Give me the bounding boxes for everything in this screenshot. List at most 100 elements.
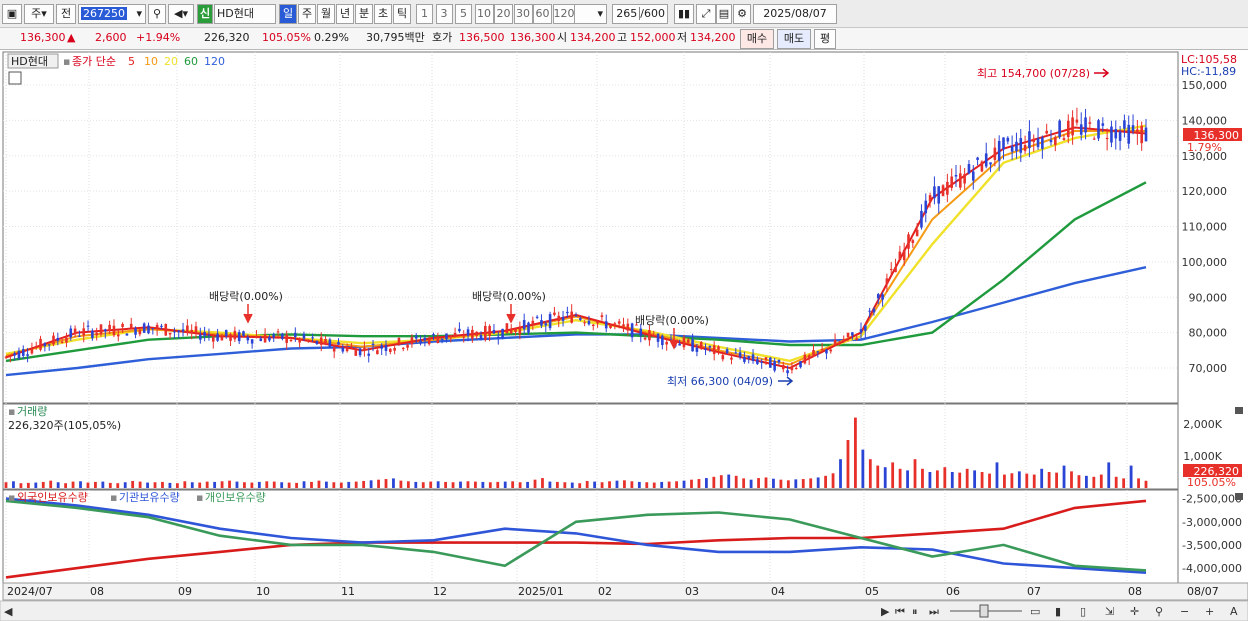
period-tab-1[interactable]: 주 xyxy=(298,4,316,24)
save-icon[interactable]: ▤ xyxy=(716,4,732,24)
candle-body xyxy=(82,328,86,336)
search-icon[interactable]: ⚲ xyxy=(148,4,166,24)
candle-body xyxy=(203,332,206,336)
candle-body xyxy=(160,325,163,327)
candle-type-icon[interactable]: ▯ xyxy=(1080,605,1086,618)
stock-name-field[interactable]: HD현대 xyxy=(214,4,276,24)
candle-body xyxy=(350,346,353,348)
sell-button[interactable]: 매도 xyxy=(777,29,811,49)
volume-bar xyxy=(1144,480,1148,488)
trade-value: 30,795백만 xyxy=(366,31,425,44)
interval-button-20[interactable]: 20 xyxy=(494,4,513,24)
volume-bar xyxy=(623,480,626,488)
last-pct-label: 1.79% xyxy=(1187,141,1222,154)
period-tab-5[interactable]: 초 xyxy=(374,4,392,24)
volume-bar xyxy=(898,468,902,488)
buy-button[interactable]: 매수 xyxy=(740,29,774,49)
scroll-right-icon[interactable]: ▶ xyxy=(881,605,890,618)
period-tab-6[interactable]: 틱 xyxy=(393,4,411,24)
candle-body xyxy=(907,234,910,249)
candle-body xyxy=(838,342,841,345)
interval-select[interactable]: ▾ xyxy=(571,4,607,24)
holdings-marker: ▪ xyxy=(196,491,203,504)
volume-bar xyxy=(168,482,172,488)
volume-bar xyxy=(257,481,261,488)
candle-body xyxy=(876,294,880,299)
layout-icon[interactable]: ▣ xyxy=(2,4,22,24)
chart-type-icon[interactable]: ▭ xyxy=(1030,605,1040,618)
text-tool-icon[interactable]: A xyxy=(1230,605,1238,618)
volume-bar xyxy=(824,475,828,488)
volume-bar xyxy=(578,483,582,488)
holdings-close-icon[interactable] xyxy=(1235,493,1243,500)
candle-body xyxy=(743,357,746,362)
period-tab-4[interactable]: 분 xyxy=(355,4,373,24)
zoom-in-icon[interactable]: + xyxy=(1205,605,1214,618)
candle-body xyxy=(725,349,729,354)
type-select[interactable]: 주▾ xyxy=(24,4,54,24)
period-tab-3[interactable]: 년 xyxy=(336,4,354,24)
interval-button-3[interactable]: 3 xyxy=(435,4,453,24)
price: 136,300 xyxy=(20,31,66,44)
interval-button-1[interactable]: 1 xyxy=(416,4,433,24)
volume-close-icon[interactable] xyxy=(1235,407,1243,414)
candle-body xyxy=(531,320,535,325)
candle-body xyxy=(242,331,245,336)
candle-body xyxy=(570,311,573,323)
volume-bar xyxy=(958,472,962,488)
pause-icon[interactable]: ⏸ xyxy=(912,605,918,618)
interval-button-10[interactable]: 10 xyxy=(474,4,494,24)
rewind-icon[interactable]: ⏮ xyxy=(895,605,905,618)
candle-body xyxy=(730,357,733,360)
volume-bar xyxy=(801,479,805,488)
candle-body xyxy=(911,240,915,244)
magnify-icon[interactable]: ⚲ xyxy=(1155,605,1163,618)
volume-bar xyxy=(511,481,515,488)
volume-bar xyxy=(786,480,790,488)
open: 134,200 xyxy=(570,31,616,44)
gear-icon[interactable]: ⚙ xyxy=(733,4,751,24)
grid-toggle-icon[interactable] xyxy=(8,71,22,85)
compare-icon[interactable]: ⇲ xyxy=(1105,605,1114,618)
candle-body xyxy=(151,328,155,330)
stock-code-input[interactable]: 267250 ▾ xyxy=(78,4,146,24)
candle-body xyxy=(954,174,958,177)
candle-body xyxy=(1062,138,1066,140)
zoom-slider-handle[interactable] xyxy=(979,604,989,618)
scroll-left-icon[interactable]: ◀ xyxy=(4,605,13,618)
candle-body xyxy=(794,367,798,369)
candle-body xyxy=(406,344,409,348)
prev-button[interactable]: 전 xyxy=(56,4,76,24)
volume-bar xyxy=(630,481,634,488)
volume-tick-label: 1,000K xyxy=(1183,450,1222,463)
interval-button-120[interactable]: 120 xyxy=(552,4,575,24)
candle-icon[interactable]: ▮▮ xyxy=(674,4,694,24)
candle-body xyxy=(756,359,759,364)
candle-body xyxy=(781,365,785,370)
date-input[interactable]: 2025/08/07 xyxy=(753,4,837,24)
volume-bar xyxy=(429,481,433,488)
candle-body xyxy=(928,195,932,202)
period-tab-0[interactable]: 일 xyxy=(279,4,297,24)
candle-body xyxy=(376,350,379,355)
candle-body xyxy=(540,320,543,326)
interval-button-30[interactable]: 30 xyxy=(513,4,533,24)
zoom-out-icon[interactable]: − xyxy=(1180,605,1189,618)
draw-tool-icon[interactable]: ⤢ xyxy=(696,4,716,24)
candle-body xyxy=(686,339,690,343)
period-tab-2[interactable]: 월 xyxy=(317,4,335,24)
candle-body xyxy=(1114,129,1118,139)
speaker-icon[interactable]: ◀▾ xyxy=(168,4,194,24)
ma-legend-10: 10 xyxy=(144,55,158,68)
toolbar: ▣ 주▾ 전 267250 ▾ ⚲ ◀▾ 신 HD현대 ▾ 265/600 ▮▮ … xyxy=(0,0,1248,28)
interval-button-60[interactable]: 60 xyxy=(533,4,552,24)
price-tick-label: 100,000 xyxy=(1182,256,1228,269)
eval-button[interactable]: 평 xyxy=(814,29,836,49)
count-input[interactable]: 265/600 xyxy=(612,4,668,24)
forward-icon[interactable]: ⏭ xyxy=(929,605,939,618)
volume-bar xyxy=(839,459,842,488)
interval-button-5[interactable]: 5 xyxy=(455,4,472,24)
bar-icon[interactable]: ▮ xyxy=(1055,605,1061,618)
candle-body xyxy=(324,338,327,345)
crosshair-icon[interactable]: ✛ xyxy=(1130,605,1139,618)
